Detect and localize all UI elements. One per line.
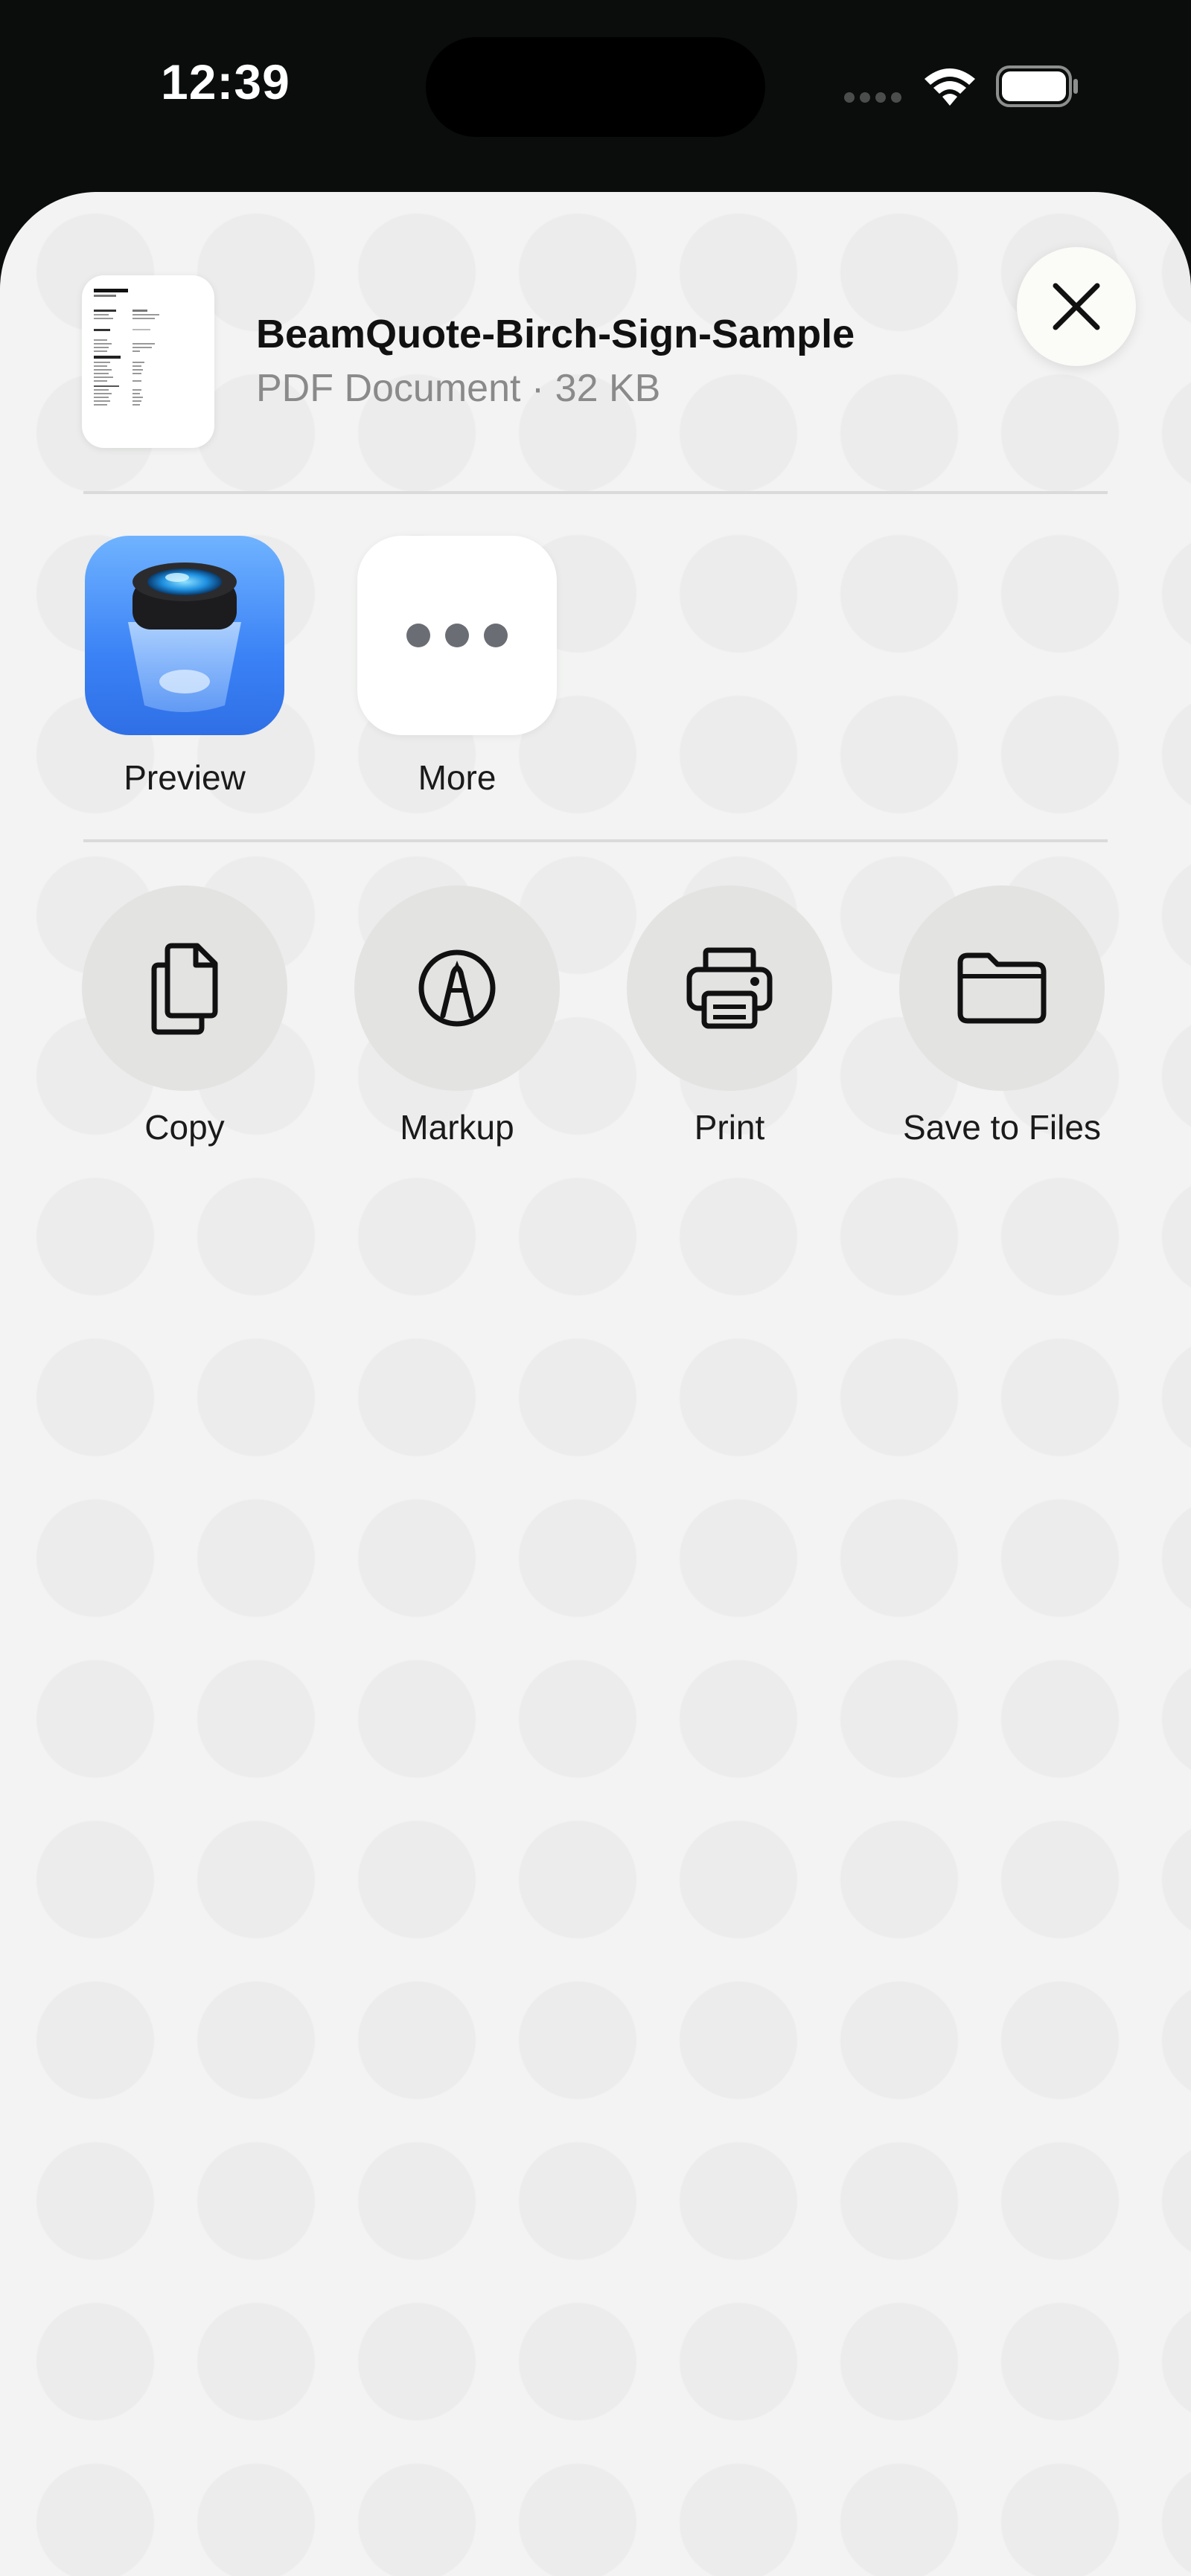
folder-icon — [957, 952, 1047, 1024]
printer-icon — [686, 947, 773, 1029]
action-label: Print — [694, 1108, 765, 1147]
app-more[interactable]: More — [345, 536, 569, 798]
save-to-files-button[interactable] — [899, 885, 1105, 1091]
battery-icon — [996, 65, 1078, 107]
app-label: More — [418, 758, 496, 797]
dynamic-island — [426, 37, 765, 137]
close-icon — [1053, 283, 1100, 330]
action-label: Copy — [144, 1108, 225, 1147]
copy-icon — [151, 943, 218, 1035]
action-save-to-files[interactable]: Save to Files — [866, 885, 1138, 1147]
wifi-icon — [925, 68, 975, 106]
share-sheet: BeamQuote-Birch-Sign-Sample PDF Document… — [0, 192, 1191, 2576]
action-markup[interactable]: Markup — [321, 885, 593, 1147]
app-preview[interactable]: Preview — [73, 536, 296, 798]
status-time: 12:39 — [161, 54, 290, 109]
ellipsis-icon — [357, 536, 557, 735]
action-copy[interactable]: Copy — [48, 885, 321, 1147]
header-divider — [83, 491, 1108, 494]
app-label: Preview — [124, 758, 246, 797]
document-thumbnail — [82, 275, 214, 448]
status-bar: 12:39 — [0, 0, 1191, 186]
copy-button[interactable] — [82, 885, 287, 1091]
apps-divider — [83, 839, 1108, 842]
cellular-signal-icon — [844, 92, 901, 103]
print-button[interactable] — [627, 885, 832, 1091]
action-label: Markup — [400, 1108, 514, 1147]
document-title: BeamQuote-Birch-Sign-Sample — [256, 312, 855, 356]
markup-button[interactable] — [354, 885, 560, 1091]
preview-app-icon — [85, 536, 284, 735]
document-subtitle: PDF Document · 32 KB — [256, 367, 661, 410]
action-print[interactable]: Print — [593, 885, 866, 1147]
document-preview-image — [94, 289, 159, 406]
close-button[interactable] — [1017, 247, 1136, 366]
action-label: Save to Files — [903, 1108, 1101, 1147]
markup-pen-icon — [418, 949, 496, 1027]
